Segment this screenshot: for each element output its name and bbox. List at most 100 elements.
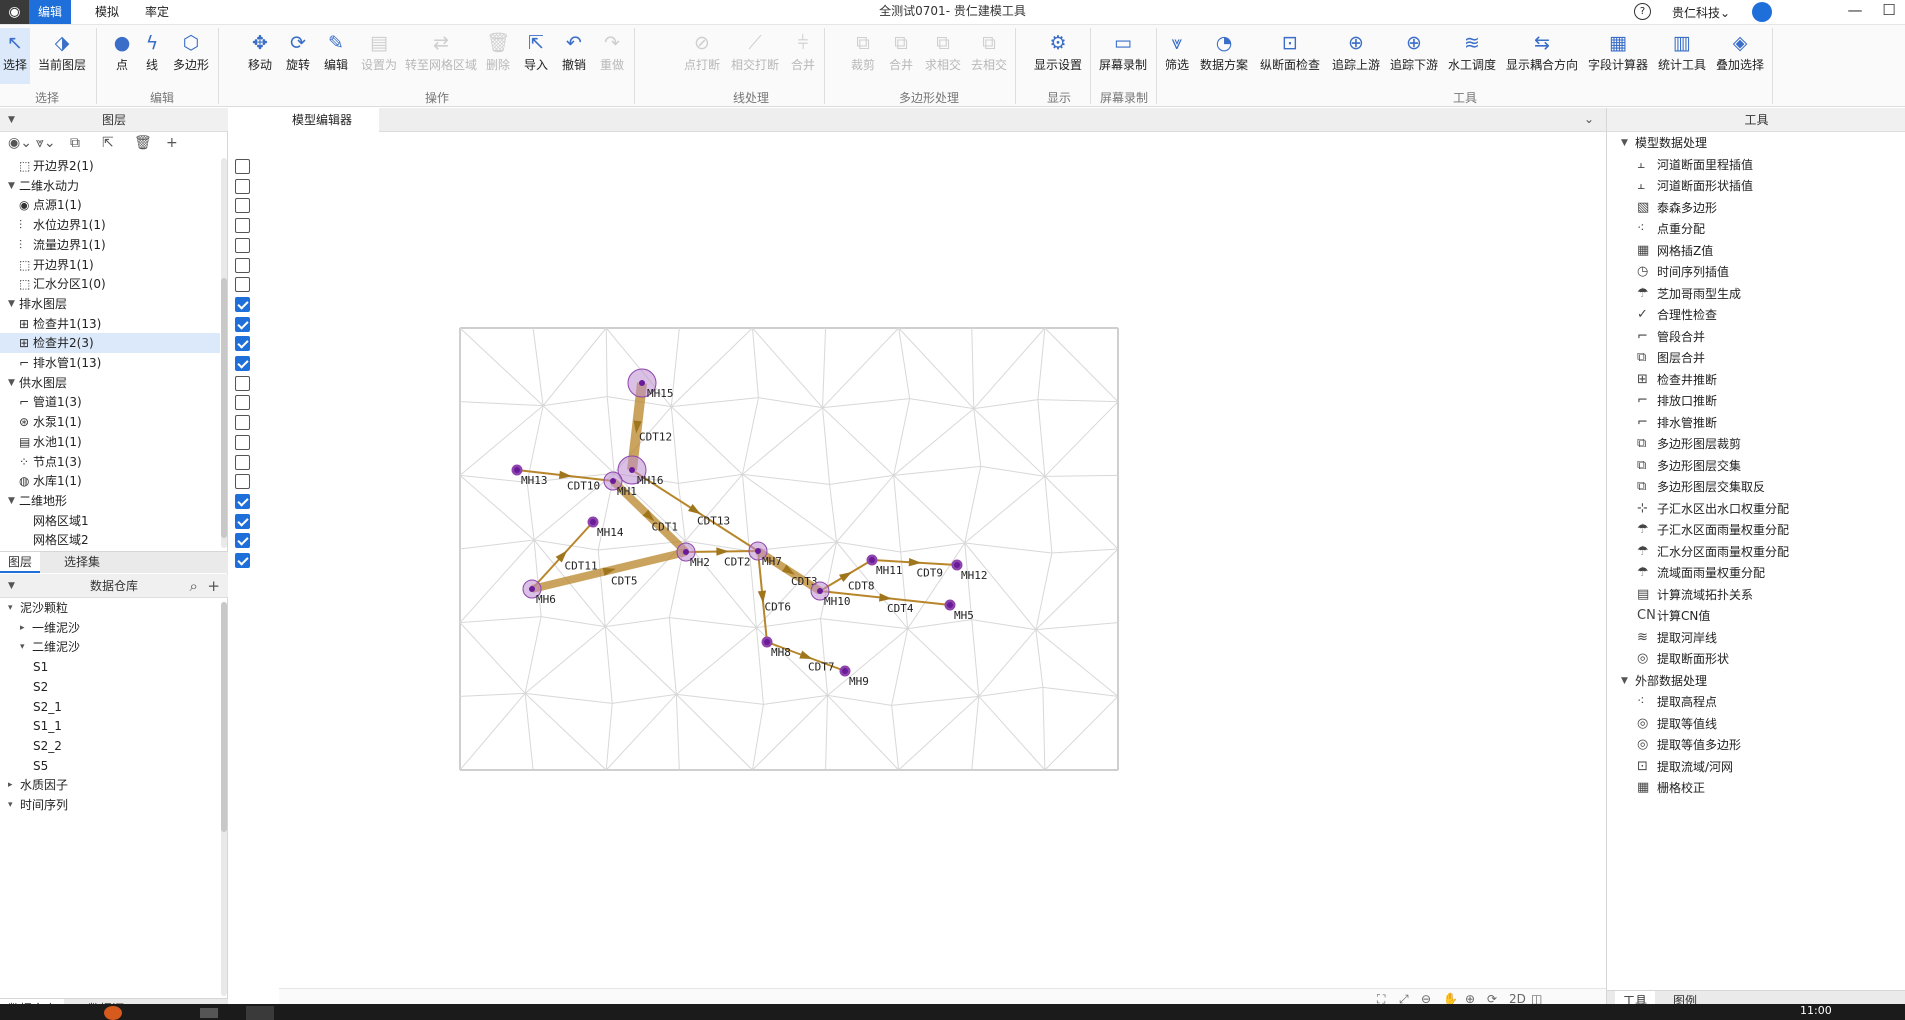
- layer-visibility-checkbox[interactable]: [235, 454, 250, 470]
- layer-visibility-checkbox[interactable]: [235, 533, 250, 549]
- copy-icon[interactable]: ⧉: [70, 135, 80, 151]
- caret-down-icon[interactable]: ▼: [8, 294, 15, 314]
- caret-down-icon[interactable]: ▼: [8, 491, 15, 511]
- tool-4-3[interactable]: ⧉ 去相交: [967, 28, 1011, 84]
- layer-visibility-checkbox[interactable]: [235, 513, 250, 529]
- tool-2-4[interactable]: ⇄ 转至网格区域: [404, 28, 478, 84]
- layer-row[interactable]: ◍ 水库1(1): [0, 471, 250, 491]
- tool-0-0[interactable]: ↖ 选择: [0, 28, 30, 84]
- layer-row[interactable]: ◉ 点源1(1): [0, 195, 250, 215]
- tool-7-2[interactable]: ⊡ 纵断面检查: [1254, 28, 1326, 84]
- layer-visibility-checkbox[interactable]: [235, 356, 250, 371]
- caret-down-icon[interactable]: ▼: [8, 176, 15, 196]
- caret-icon[interactable]: ▸: [20, 618, 25, 638]
- filter-icon[interactable]: ⩔⌄: [36, 135, 56, 151]
- layer-row[interactable]: ⊞ 检查井1(13): [0, 314, 250, 334]
- layer-row[interactable]: ⌐ 排水管1(13): [0, 353, 250, 373]
- layer-row[interactable]: ⫶ 流量边界1(1): [0, 235, 250, 255]
- maximize-icon[interactable]: ☐: [1872, 0, 1905, 22]
- tool-2-8[interactable]: ↷ 重做: [594, 28, 630, 84]
- tool-item[interactable]: ▦ 栅格校正: [1607, 775, 1905, 801]
- layer-visibility-checkbox[interactable]: [235, 336, 250, 352]
- layer-visibility-checkbox[interactable]: [235, 178, 250, 194]
- data-tree-item[interactable]: S5: [0, 756, 220, 776]
- layer-row[interactable]: ▼ 二维地形: [0, 491, 250, 511]
- tool-7-4[interactable]: ⊕ 追踪下游: [1386, 28, 1442, 84]
- tool-7-6[interactable]: ⇆ 显示耦合方向: [1502, 28, 1582, 84]
- layer-row[interactable]: ⁘ 节点1(3): [0, 452, 250, 472]
- layer-visibility-checkbox[interactable]: [235, 493, 250, 509]
- caret-down-icon[interactable]: ▼: [8, 373, 15, 393]
- collapse-icon[interactable]: ▼: [8, 108, 15, 132]
- caret-icon[interactable]: ▾: [8, 598, 13, 618]
- collapse-icon[interactable]: ▼: [8, 574, 15, 598]
- layer-row[interactable]: ▼ 供水图层: [0, 373, 250, 393]
- layer-row[interactable]: ⌐ 管道1(3): [0, 392, 250, 412]
- layer-visibility-checkbox[interactable]: [235, 375, 250, 391]
- tool-3-2[interactable]: ⫩ 合并: [786, 28, 820, 84]
- tool-3-1[interactable]: ⟋ 相交打断: [726, 28, 784, 84]
- chevron-down-icon[interactable]: ⌄: [1584, 112, 1594, 126]
- tab-layers[interactable]: 图层: [0, 552, 41, 573]
- data-tree-item[interactable]: ▸ 水质因子: [0, 775, 220, 795]
- tool-2-3[interactable]: ▤ 设置为: [356, 28, 402, 84]
- layer-visibility-checkbox[interactable]: [235, 198, 250, 214]
- tool-4-1[interactable]: ⧉ 合并: [883, 28, 919, 84]
- visibility-icon[interactable]: ◉⌄: [8, 135, 32, 151]
- layer-visibility-checkbox[interactable]: [235, 296, 250, 312]
- add-icon[interactable]: +: [207, 577, 220, 595]
- tool-2-2[interactable]: ✎ 编辑: [318, 28, 354, 84]
- tool-7-0[interactable]: ⩔ 筛选: [1160, 28, 1194, 84]
- data-tree-item[interactable]: ▾ 二维泥沙: [0, 637, 220, 657]
- layer-scrollbar[interactable]: [221, 278, 227, 538]
- caret-icon[interactable]: ▾: [8, 795, 13, 815]
- data-tree-item[interactable]: S1: [0, 657, 220, 677]
- tool-2-5[interactable]: 🗑 删除: [480, 28, 516, 84]
- layer-row[interactable]: ⫶ 水位边界1(1): [0, 215, 250, 235]
- caret-icon[interactable]: ▸: [8, 775, 13, 795]
- tool-7-9[interactable]: ◈ 叠加选择: [1712, 28, 1768, 84]
- tool-7-8[interactable]: ▥ 统计工具: [1654, 28, 1710, 84]
- tool-0-1[interactable]: ⬗ 当前图层: [32, 28, 92, 84]
- tool-1-0[interactable]: ● 点: [108, 28, 136, 84]
- data-tree-item[interactable]: S2: [0, 677, 220, 697]
- caret-icon[interactable]: ▾: [20, 637, 25, 657]
- data-scrollbar[interactable]: [221, 602, 227, 832]
- layer-row[interactable]: ⬚ 汇水分区1(0): [0, 274, 250, 294]
- layer-row[interactable]: ▼ 排水图层: [0, 294, 250, 314]
- layer-row[interactable]: 网格区域2: [0, 530, 250, 550]
- layer-row[interactable]: ▤ 水池1(1): [0, 432, 250, 452]
- taskbar-app-icon[interactable]: [104, 1006, 122, 1020]
- export-icon[interactable]: ⇱: [102, 135, 114, 151]
- tool-7-3[interactable]: ⊕ 追踪上游: [1328, 28, 1384, 84]
- tab-model-editor[interactable]: 模型编辑器: [279, 108, 379, 132]
- data-tree-item[interactable]: S2_2: [0, 736, 220, 756]
- layer-row[interactable]: ⊞ 检查井2(3): [0, 333, 250, 354]
- tool-5-0[interactable]: ⚙ 显示设置: [1030, 28, 1086, 84]
- tool-1-2[interactable]: ⬡ 多边形: [168, 28, 214, 84]
- add-icon[interactable]: +: [166, 135, 178, 151]
- help-icon[interactable]: ?: [1634, 3, 1651, 20]
- user-menu[interactable]: 贵仁科技⌄: [1672, 4, 1730, 21]
- search-icon[interactable]: ⌕: [189, 577, 197, 595]
- taskbar-app-icon[interactable]: [246, 1006, 274, 1020]
- layer-row[interactable]: ⊛ 水泵1(1): [0, 412, 250, 432]
- layer-visibility-checkbox[interactable]: [235, 553, 250, 568]
- layer-visibility-checkbox[interactable]: [235, 395, 250, 411]
- tool-1-1[interactable]: ϟ线: [138, 28, 166, 84]
- data-tree-item[interactable]: S1_1: [0, 716, 220, 736]
- layer-visibility-checkbox[interactable]: [235, 218, 250, 234]
- data-tree-item[interactable]: ▾ 泥沙颗粒: [0, 598, 220, 618]
- layer-visibility-checkbox[interactable]: [235, 159, 250, 174]
- trash-icon[interactable]: 🗑: [134, 135, 152, 151]
- tool-4-2[interactable]: ⧉ 求相交: [921, 28, 965, 84]
- tool-4-0[interactable]: ⧉ 裁剪: [845, 28, 881, 84]
- data-tree-item[interactable]: ▾ 时间序列: [0, 795, 220, 815]
- tool-7-7[interactable]: ▦ 字段计算器: [1584, 28, 1652, 84]
- tool-6-0[interactable]: ▭ 屏幕录制: [1094, 28, 1152, 84]
- data-tree-item[interactable]: S2_1: [0, 697, 220, 717]
- layer-row[interactable]: ⬚ 开边界1(1): [0, 255, 250, 275]
- layer-visibility-checkbox[interactable]: [235, 237, 250, 253]
- layer-row[interactable]: ▼ 二维水动力: [0, 176, 250, 196]
- layer-visibility-checkbox[interactable]: [235, 257, 250, 273]
